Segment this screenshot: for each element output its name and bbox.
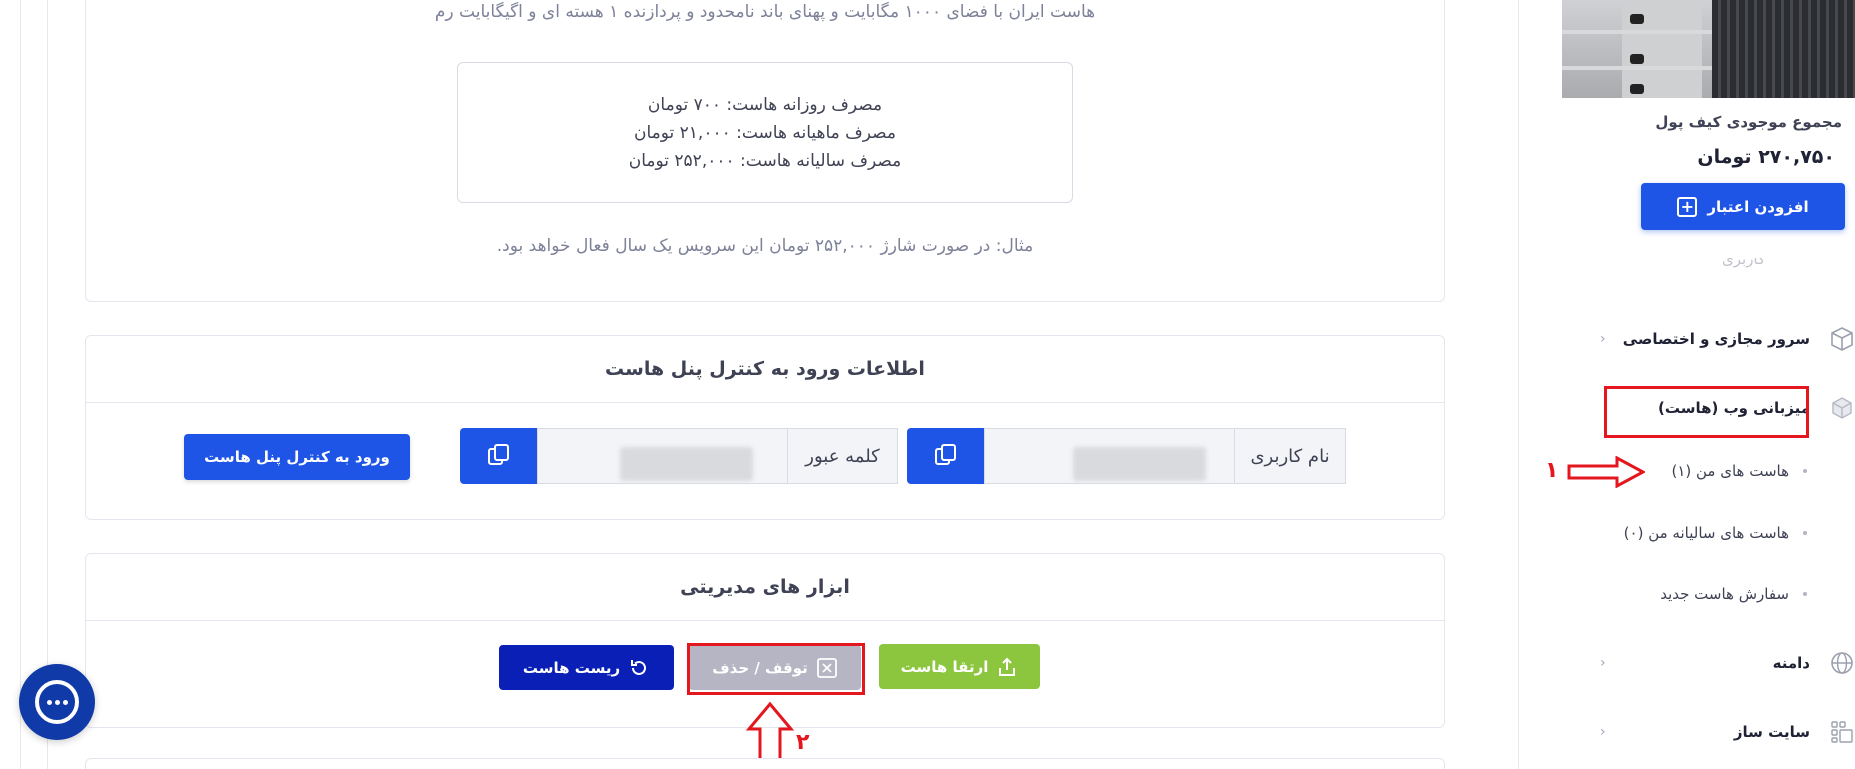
- sub-item-my-yearly-hosts[interactable]: هاست های سالیانه من (۰): [1562, 519, 1855, 547]
- usage-box: مصرف روزانه هاست: ۷۰۰ تومان مصرف ماهیانه…: [457, 62, 1073, 203]
- chat-bubble-icon: [35, 680, 79, 724]
- tools-card-title: ابزار های مدیریتی: [86, 554, 1444, 621]
- sub-item-order-host[interactable]: سفارش هاست جدید: [1562, 580, 1855, 608]
- username-label: نام کاربری: [1234, 428, 1346, 484]
- wallet-amount: ۲۷۰,۷۵۰ تومان: [1697, 146, 1835, 168]
- chevron-left-icon: ‹: [1600, 655, 1606, 671]
- chat-dot: [54, 699, 60, 705]
- rack-port: [1630, 84, 1644, 94]
- copy-icon: [487, 444, 509, 465]
- highlight-stop-button: [687, 643, 865, 695]
- nav-domain[interactable]: دامنه ‹: [1562, 648, 1855, 678]
- monthly-usage: مصرف ماهیانه هاست: ۲۱,۰۰۰ تومان: [633, 122, 897, 143]
- password-group: کلمه عبور: [460, 428, 898, 484]
- reset-host-button[interactable]: ریست هاست: [499, 645, 674, 690]
- password-label: کلمه عبور: [787, 428, 898, 484]
- bullet-icon: [1803, 531, 1807, 535]
- annotation-marker-2: ۲: [796, 730, 810, 755]
- username-redacted: [1073, 447, 1206, 481]
- rack-port: [1630, 54, 1644, 64]
- page: هاست ایران با فضای ۱۰۰۰ مگابایت و پهنای …: [0, 0, 1855, 769]
- copy-password-button[interactable]: [460, 428, 537, 484]
- login-card-title: اطلاعات ورود به کنترل پنل هاست: [86, 336, 1444, 403]
- content-left-divider: [47, 0, 48, 769]
- rack-panel: [1622, 0, 1702, 98]
- nav-site-builder-label: سایت ساز: [1733, 723, 1810, 741]
- box-icon: [1832, 397, 1852, 419]
- chat-widget-button[interactable]: [19, 664, 95, 740]
- host-description: هاست ایران با فضای ۱۰۰۰ مگابایت و پهنای …: [434, 2, 1096, 22]
- refresh-icon: [631, 659, 647, 675]
- add-credit-button[interactable]: افزودن اعتبار +: [1641, 183, 1845, 230]
- highlight-web-hosting: [1604, 386, 1809, 438]
- sub-item-order-label: سفارش هاست جدید: [1660, 585, 1789, 603]
- login-panel-button[interactable]: ورود به کنترل پنل هاست: [184, 434, 410, 480]
- add-credit-label: افزودن اعتبار: [1707, 197, 1809, 216]
- rack-grille: [1712, 0, 1855, 98]
- nav-virtual-server[interactable]: سرور مجازی و اختصاصی ‹: [1562, 324, 1855, 354]
- upgrade-host-label: ارتقا هاست: [900, 657, 989, 676]
- rack-divider: [1562, 66, 1712, 70]
- left-gutter-divider: [20, 0, 21, 769]
- wallet-title: مجموع موجودی کیف پول: [1655, 113, 1842, 131]
- password-field[interactable]: [537, 428, 787, 484]
- chevron-left-icon: ‹: [1600, 331, 1606, 347]
- bullet-icon: [1803, 469, 1807, 473]
- globe-icon: [1831, 652, 1853, 674]
- copy-icon: [934, 444, 956, 465]
- username-field[interactable]: [984, 428, 1234, 484]
- nav-site-builder[interactable]: سایت ساز ‹: [1562, 717, 1855, 747]
- right-arrow-annotation-icon: [1567, 456, 1645, 488]
- reset-host-label: ریست هاست: [522, 658, 621, 677]
- server-rack-image: [1562, 0, 1855, 98]
- username-group: نام کاربری: [907, 428, 1346, 484]
- plus-icon: +: [1677, 196, 1698, 217]
- content-right-divider: [1518, 0, 1519, 769]
- sub-item-yearly-label: هاست های سالیانه من (۰): [1623, 524, 1789, 542]
- host-info-card: هاست ایران با فضای ۱۰۰۰ مگابایت و پهنای …: [85, 0, 1445, 302]
- annotation-marker-1: ۱: [1545, 458, 1559, 483]
- password-redacted: [620, 447, 753, 481]
- chat-dot: [62, 699, 68, 705]
- upload-icon: [999, 657, 1016, 676]
- rack-divider: [1562, 30, 1712, 34]
- bullet-icon: [1803, 592, 1807, 596]
- nav-domain-label: دامنه: [1772, 654, 1810, 672]
- next-card: [85, 758, 1445, 769]
- nav-virtual-server-label: سرور مجازی و اختصاصی: [1622, 330, 1810, 348]
- faded-nav-label: کاربری: [1722, 258, 1766, 268]
- rack-port: [1630, 14, 1644, 24]
- upgrade-host-button[interactable]: ارتقا هاست: [879, 644, 1040, 689]
- yearly-usage: مصرف سالیانه هاست: ۲۵۲,۰۰۰ تومان: [628, 150, 902, 171]
- daily-usage: مصرف روزانه هاست: ۷۰۰ تومان: [647, 94, 883, 115]
- sub-item-my-hosts-label: هاست های من (۱): [1671, 462, 1789, 480]
- charge-example: مثال: در صورت شارژ ۲۵۲,۰۰۰ تومان این سرو…: [496, 236, 1034, 256]
- grid-icon: [1831, 721, 1853, 743]
- faded-nav-item: کاربری: [1562, 258, 1855, 282]
- chat-dot: [46, 699, 52, 705]
- cube-icon: [1831, 327, 1853, 351]
- copy-username-button[interactable]: [907, 428, 984, 484]
- chevron-left-icon: ‹: [1600, 724, 1606, 740]
